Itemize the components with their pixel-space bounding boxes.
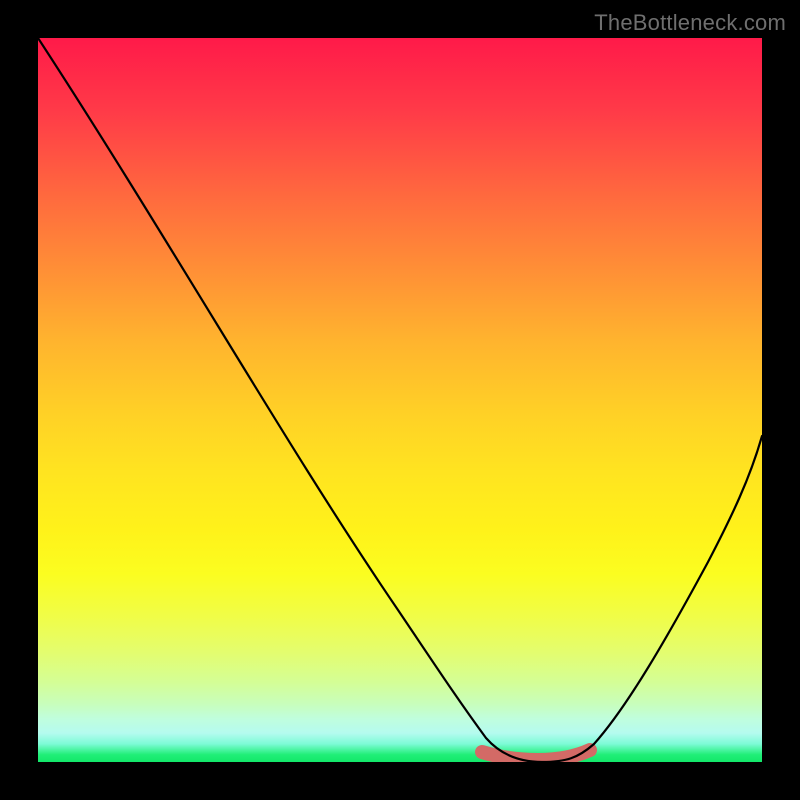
watermark-text: TheBottleneck.com bbox=[594, 10, 786, 36]
chart-frame: TheBottleneck.com bbox=[0, 0, 800, 800]
highlight-band bbox=[482, 750, 590, 760]
bottleneck-curve-path bbox=[38, 38, 762, 762]
plot-area bbox=[38, 38, 762, 762]
curve-svg bbox=[38, 38, 762, 762]
